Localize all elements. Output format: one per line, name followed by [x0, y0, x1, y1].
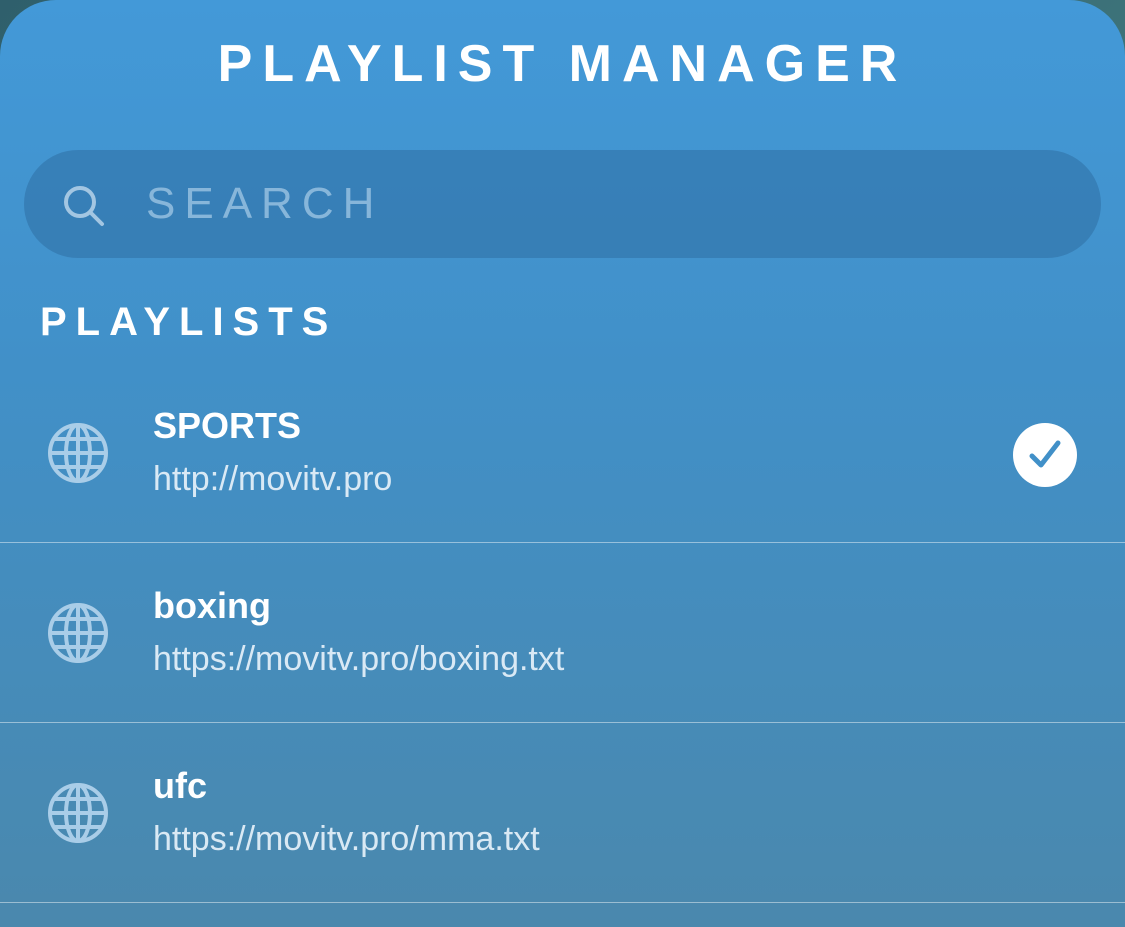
playlist-item-boxing[interactable]: boxing https://movitv.pro/boxing.txt	[0, 543, 1125, 723]
globe-icon	[46, 421, 110, 485]
search-bar[interactable]	[24, 150, 1101, 258]
search-icon	[62, 184, 106, 228]
playlist-name: boxing	[153, 585, 271, 626]
globe-icon	[46, 781, 110, 845]
playlist-url: https://movitv.pro/boxing.txt	[153, 640, 565, 678]
playlist-item-ufc[interactable]: ufc https://movitv.pro/mma.txt	[0, 723, 1125, 903]
selected-check-icon	[1013, 423, 1077, 487]
playlist-manager-panel: PLAYLIST MANAGER PLAYLISTS	[0, 0, 1125, 927]
playlist-list: SPORTS http://movitv.pro boxing https://…	[0, 363, 1125, 903]
playlist-url: https://movitv.pro/mma.txt	[153, 820, 540, 858]
page-title: PLAYLIST MANAGER	[217, 35, 908, 93]
globe-icon	[46, 601, 110, 665]
playlist-url: http://movitv.pro	[153, 460, 393, 498]
playlist-item-sports[interactable]: SPORTS http://movitv.pro	[0, 363, 1125, 543]
search-input[interactable]	[146, 174, 1046, 234]
playlist-name: SPORTS	[153, 405, 302, 446]
playlist-name: ufc	[153, 765, 207, 806]
playlists-heading: PLAYLISTS	[40, 300, 338, 344]
